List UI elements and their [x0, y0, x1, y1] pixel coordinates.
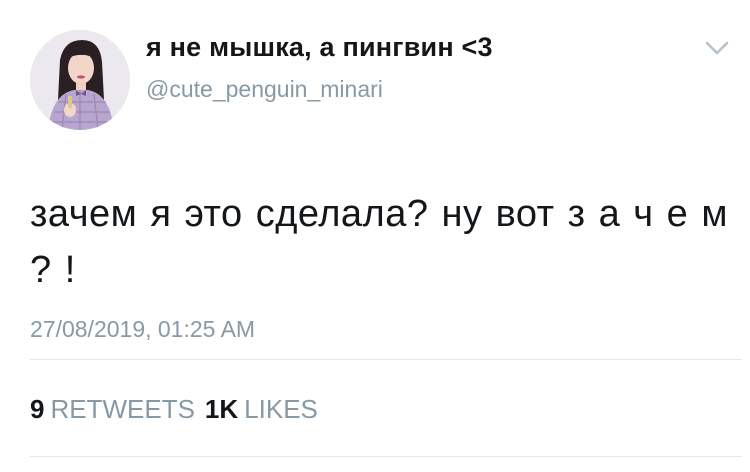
tweet-stats: 9 RETWEETS 1K LIKES	[30, 394, 328, 425]
display-name[interactable]: я не мышка, а пингвин <3	[146, 32, 493, 63]
divider-top	[30, 359, 742, 360]
retweets-count[interactable]: 9	[30, 394, 44, 424]
tweet-timestamp[interactable]: 27/08/2019, 01:25 AM	[30, 316, 255, 343]
retweets-label[interactable]: RETWEETS	[50, 394, 194, 424]
avatar[interactable]	[30, 30, 130, 130]
likes-label[interactable]: LIKES	[244, 394, 318, 424]
tweet-card: я не мышка, а пингвин <3 @cute_penguin_m…	[0, 0, 750, 472]
avatar-photo-icon	[30, 30, 130, 130]
username[interactable]: @cute_penguin_minari	[146, 76, 383, 103]
likes-count[interactable]: 1K	[205, 394, 238, 424]
divider-bottom	[30, 456, 742, 457]
chevron-down-icon[interactable]	[704, 38, 730, 58]
tweet-text: зачем я это сделала? ну вот з а ч е м ? …	[30, 193, 728, 291]
